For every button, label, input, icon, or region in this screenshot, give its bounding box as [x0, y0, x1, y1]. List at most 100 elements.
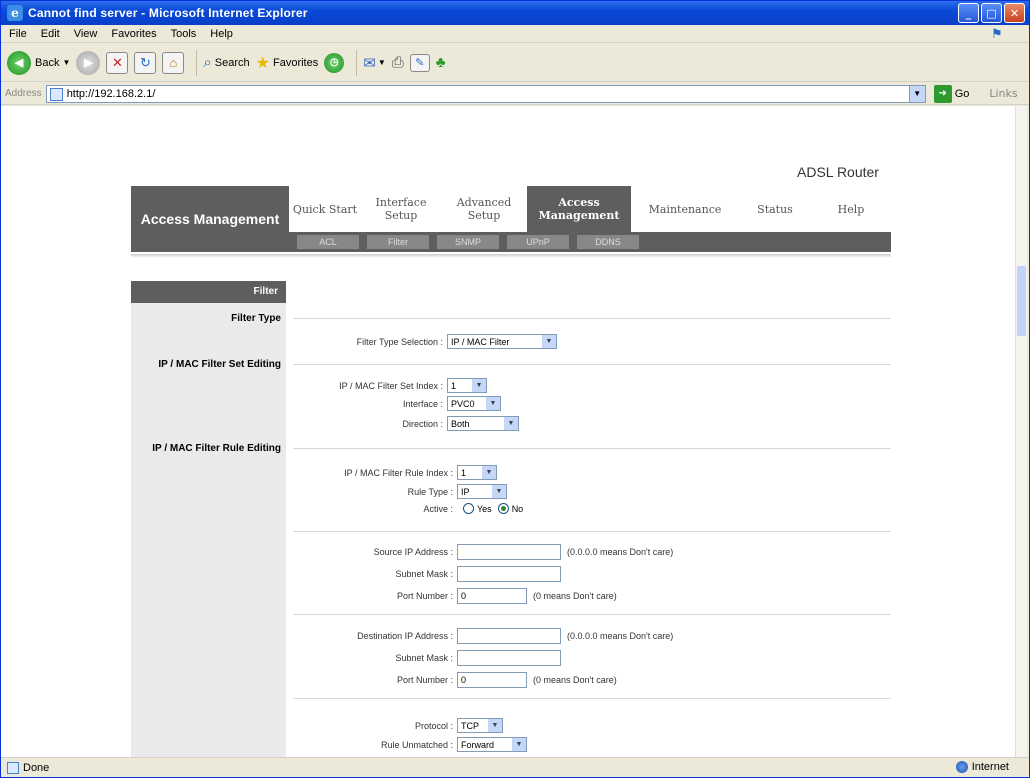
status-text: Done [23, 761, 50, 774]
subtab-filter[interactable]: Filter [367, 235, 429, 249]
forward-button[interactable]: ▶ [76, 50, 101, 75]
section-rule-editing: IP / MAC Filter Rule Editing [152, 443, 281, 454]
vertical-scrollbar[interactable] [1015, 106, 1027, 757]
menu-edit[interactable]: Edit [41, 28, 60, 40]
tab-quick-start[interactable]: Quick Start [289, 186, 361, 232]
direction-select[interactable]: Both ▼ [447, 416, 519, 431]
rule-type-select[interactable]: IP ▼ [457, 484, 507, 499]
source-port-input[interactable]: 0 [457, 588, 527, 604]
mail-button[interactable]: ✉ ▼ [363, 54, 386, 72]
messenger-icon: ♣ [435, 54, 446, 71]
refresh-icon: ↻ [134, 51, 157, 74]
address-dropdown-icon[interactable]: ▼ [908, 85, 925, 102]
go-arrow-icon: ➜ [933, 84, 952, 103]
rule-index-select[interactable]: 1 ▼ [457, 465, 497, 480]
divider [293, 448, 891, 449]
chevron-down-icon: ▼ [482, 466, 496, 479]
section-set-editing: IP / MAC Filter Set Editing [158, 359, 281, 370]
set-index-row: IP / MAC Filter Set Index : 1 ▼ [293, 378, 487, 393]
chevron-down-icon: ▼ [492, 485, 506, 498]
divider [293, 364, 891, 365]
interface-row: Interface : PVC0 ▼ [293, 396, 501, 411]
source-mask-input[interactable] [457, 566, 561, 582]
toolbar: ◀ Back ▼ ▶ ✕ ↻ ⌂ ⌕ Search ★ Favorites ◷ ✉ ▼ ⎙… [1, 44, 1029, 82]
menu-tools[interactable]: Tools [171, 28, 197, 40]
divider [293, 531, 891, 532]
back-button[interactable]: ◀ Back ▼ [7, 50, 70, 75]
tab-access-management[interactable]: Access Management [527, 186, 631, 232]
protocol-select[interactable]: TCP ▼ [457, 718, 503, 733]
globe-icon [955, 761, 968, 773]
ie-logo-icon: e [7, 5, 23, 21]
edit-icon: ✎ [409, 53, 430, 72]
brand-title: ADSL Router [797, 164, 879, 180]
nav-banner: Access Management Quick Start Interface … [131, 186, 891, 252]
links-button[interactable]: Links [989, 87, 1017, 100]
chevron-down-icon: ▼ [488, 719, 502, 732]
print-icon: ⎙ [391, 54, 404, 71]
home-button[interactable]: ⌂ [162, 51, 185, 74]
minimize-button[interactable]: _ [958, 3, 979, 23]
windows-flag-icon: ⚑ [991, 26, 1003, 41]
window-controls: _ □ ✕ [958, 3, 1025, 23]
scroll-thumb[interactable] [1017, 266, 1026, 336]
print-button[interactable]: ⎙ [392, 54, 404, 71]
edit-button[interactable]: ✎ [409, 53, 430, 72]
history-button[interactable]: ◷ [324, 52, 345, 73]
destination-port-input[interactable]: 0 [457, 672, 527, 688]
rule-type-row: Rule Type : IP ▼ [293, 484, 507, 499]
subtab-ddns[interactable]: DDNS [577, 235, 639, 249]
set-index-select[interactable]: 1 ▼ [447, 378, 487, 393]
maximize-button[interactable]: □ [981, 3, 1002, 23]
page-icon [49, 87, 63, 101]
menu-file[interactable]: File [9, 28, 27, 40]
rule-unmatched-select[interactable]: Forward ▼ [457, 737, 527, 752]
subtab-acl[interactable]: ACL [297, 235, 359, 249]
page-icon [7, 761, 19, 774]
unmatched-row: Rule Unmatched : Forward ▼ [293, 737, 527, 752]
close-button[interactable]: ✕ [1004, 3, 1025, 23]
favorites-button[interactable]: ★ Favorites [256, 53, 319, 73]
destination-ip-input[interactable] [457, 628, 561, 644]
search-icon: ⌕ [203, 54, 212, 71]
tab-maintenance[interactable]: Maintenance [631, 186, 739, 232]
search-button[interactable]: ⌕ Search [203, 54, 249, 71]
active-no-radio[interactable] [497, 503, 509, 514]
src-mask-row: Subnet Mask : [293, 566, 561, 582]
sub-tabs: ACL Filter SNMP UPnP DDNS [289, 232, 891, 252]
src-ip-row: Source IP Address : (0.0.0.0 means Don't… [293, 544, 673, 560]
chevron-down-icon: ▼ [486, 397, 500, 410]
filter-type-select[interactable]: IP / MAC Filter ▼ [447, 334, 557, 349]
tab-help[interactable]: Help [811, 186, 891, 232]
refresh-button[interactable]: ↻ [134, 51, 157, 74]
menu-help[interactable]: Help [210, 28, 233, 40]
tab-advanced-setup[interactable]: Advanced Setup [441, 186, 527, 232]
subtab-upnp[interactable]: UPnP [507, 235, 569, 249]
menu-favorites[interactable]: Favorites [111, 28, 156, 40]
destination-mask-input[interactable] [457, 650, 561, 666]
divider [293, 318, 891, 319]
status-bar: Done Internet [1, 757, 1029, 777]
section-filter-type: Filter Type [231, 313, 281, 324]
active-row: Active : Yes No [423, 503, 524, 514]
divider [293, 698, 891, 699]
subtab-snmp[interactable]: SNMP [437, 235, 499, 249]
interface-select[interactable]: PVC0 ▼ [447, 396, 501, 411]
source-ip-input[interactable] [457, 544, 561, 560]
tab-interface-setup[interactable]: Interface Setup [361, 186, 441, 232]
address-bar: Address http://192.168.2.1/ ▼ ➜ Go Links [1, 83, 1029, 105]
messenger-button[interactable]: ♣ [436, 54, 446, 71]
chevron-down-icon: ▼ [504, 417, 518, 430]
go-button[interactable]: ➜ Go [933, 84, 969, 103]
forward-arrow-icon: ▶ [76, 50, 101, 75]
address-input[interactable]: http://192.168.2.1/ ▼ [45, 84, 926, 103]
menu-bar: File Edit View Favorites Tools Help ⚑ [1, 25, 1029, 43]
stop-button[interactable]: ✕ [106, 51, 129, 74]
home-icon: ⌂ [162, 51, 185, 74]
menu-view[interactable]: View [74, 28, 98, 40]
active-yes-radio[interactable] [463, 503, 474, 514]
dst-port-row: Port Number : 0 (0 means Don't care) [293, 672, 617, 688]
tab-status[interactable]: Status [739, 186, 811, 232]
title-bar: e Cannot find server - Microsoft Interne… [1, 1, 1029, 25]
star-icon: ★ [255, 54, 270, 72]
